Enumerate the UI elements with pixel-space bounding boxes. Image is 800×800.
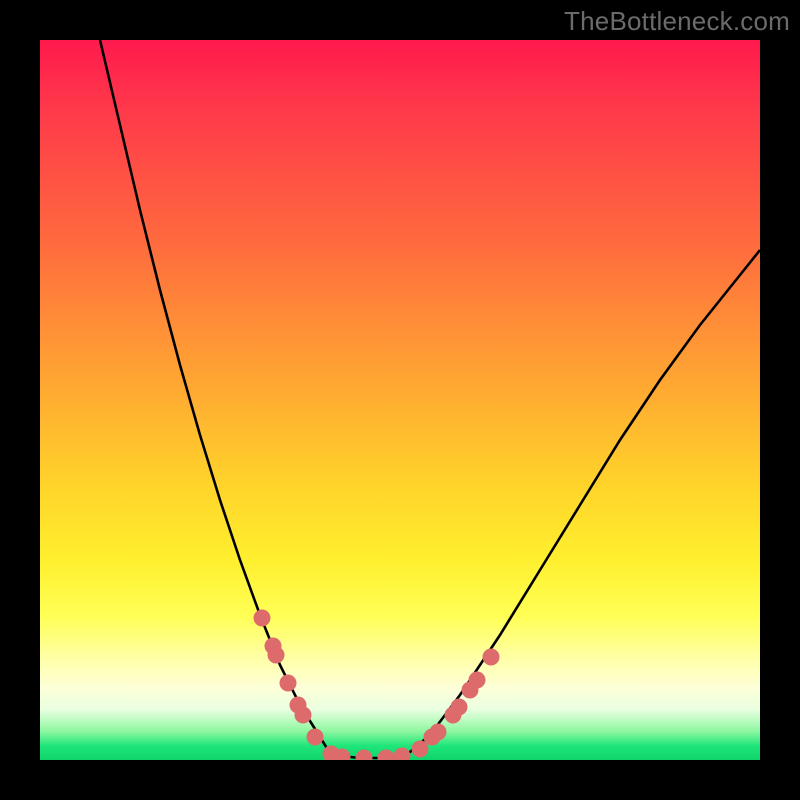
curve-marker xyxy=(378,750,395,761)
curve-svg xyxy=(40,40,760,760)
curve-marker xyxy=(451,699,468,716)
curve-marker xyxy=(295,707,312,724)
plot-area xyxy=(40,40,760,760)
curve-marker xyxy=(268,647,285,664)
curve-marker xyxy=(469,672,486,689)
curve-marker xyxy=(412,741,429,758)
curve-marker xyxy=(483,649,500,666)
curve-marker xyxy=(307,729,324,746)
curve-marker xyxy=(430,724,447,741)
bottleneck-curve xyxy=(100,40,760,758)
curve-marker xyxy=(394,748,411,761)
watermark-text: TheBottleneck.com xyxy=(564,6,790,37)
curve-marker xyxy=(356,750,373,761)
outer-frame: TheBottleneck.com xyxy=(0,0,800,800)
marker-group xyxy=(254,610,500,761)
curve-marker xyxy=(254,610,271,627)
curve-marker xyxy=(280,675,297,692)
